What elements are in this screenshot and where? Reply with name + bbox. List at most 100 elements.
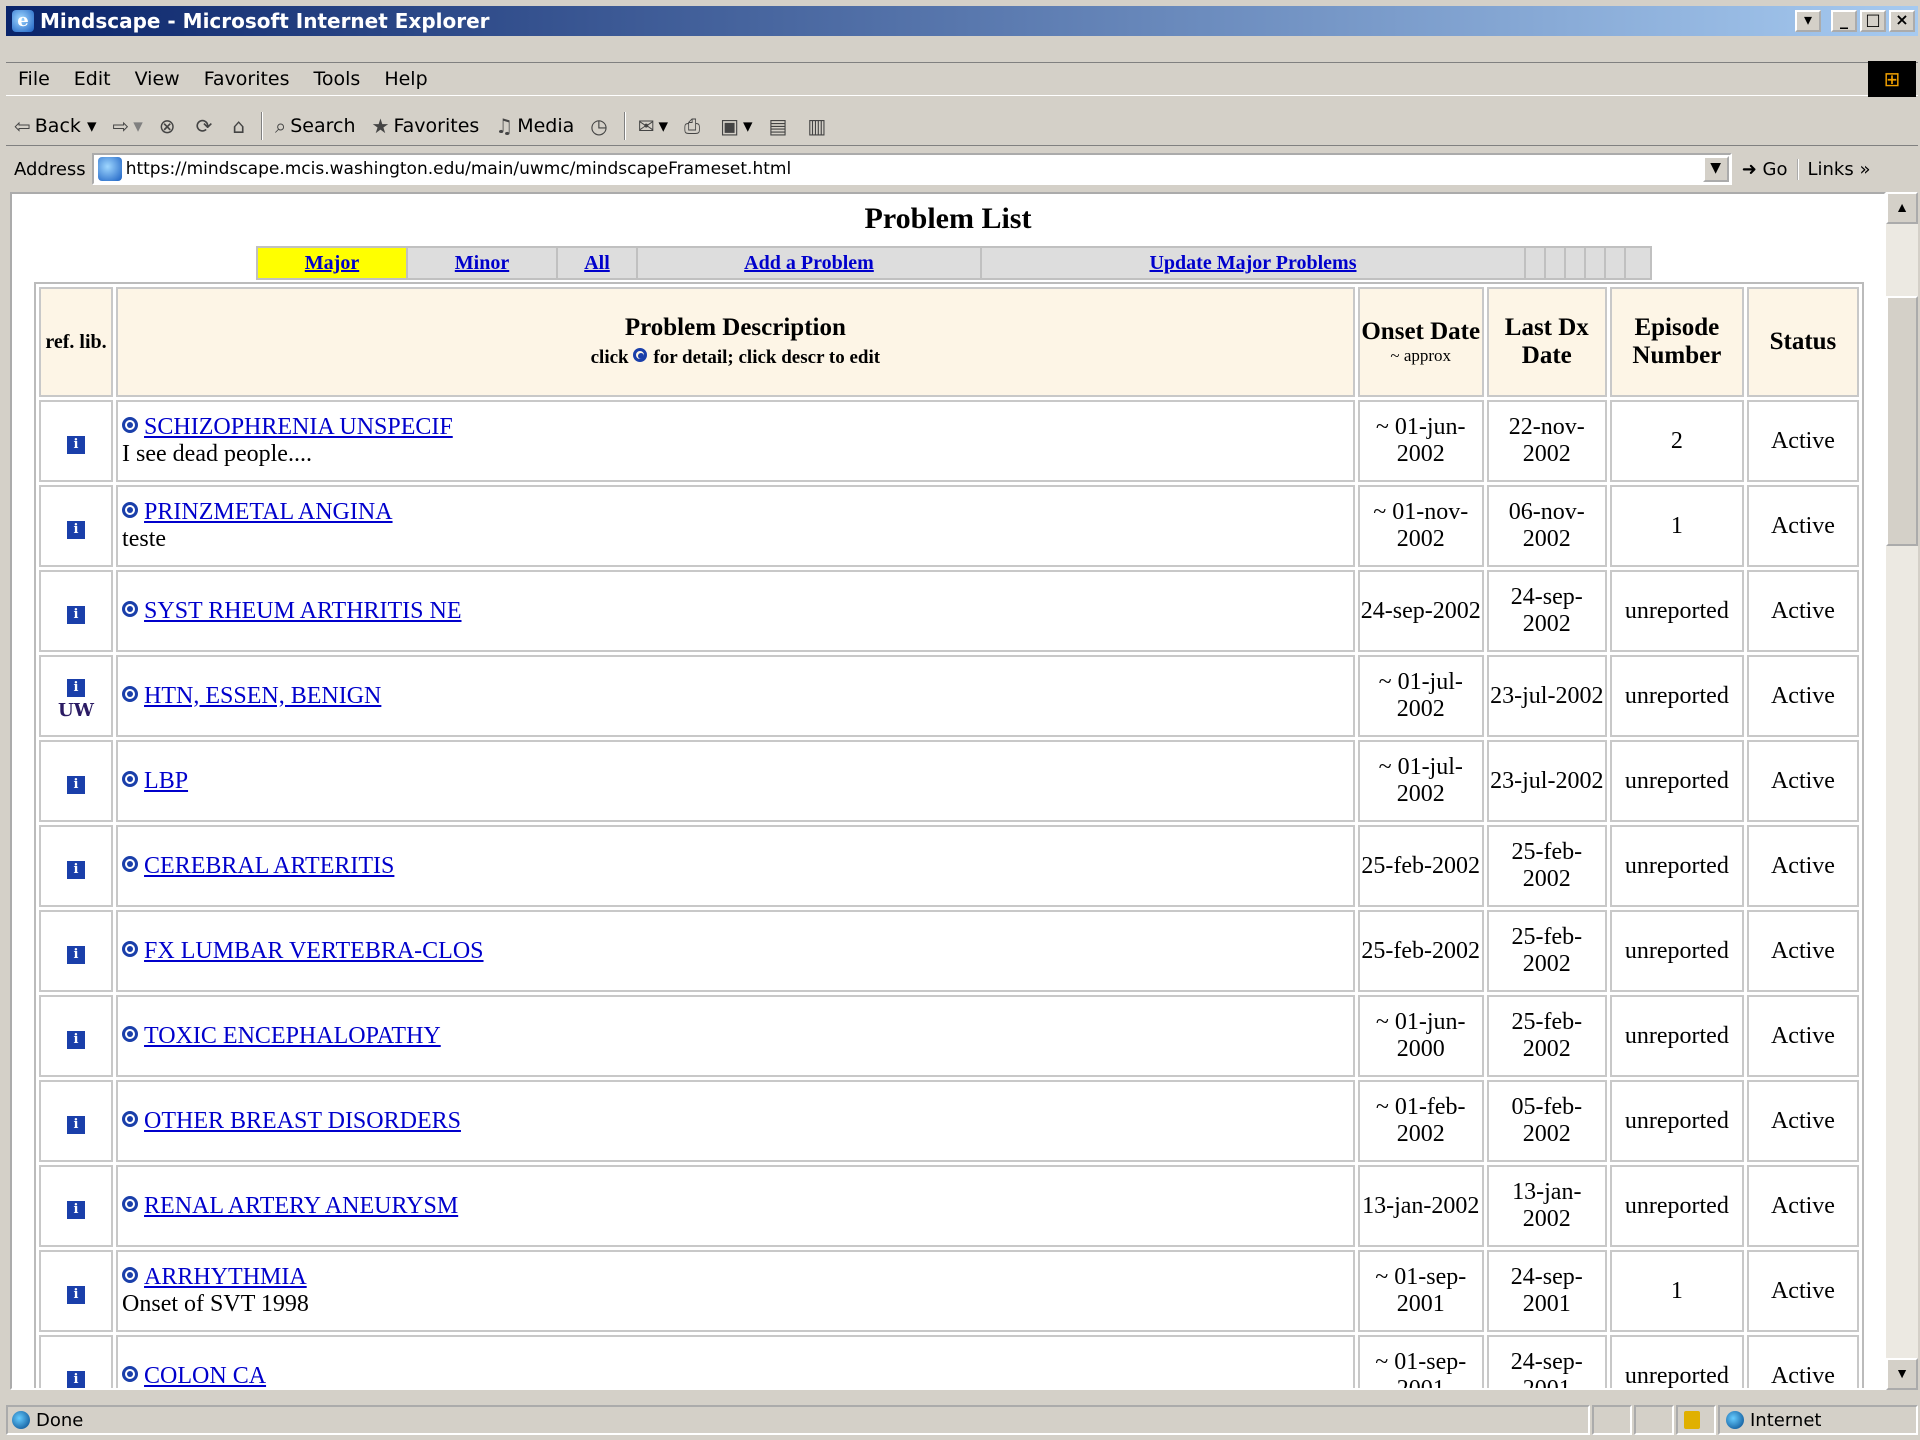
vertical-scrollbar[interactable]: ▲ ▼ [1886, 192, 1918, 1390]
info-icon[interactable]: i [67, 945, 86, 964]
menu-edit[interactable]: Edit [62, 68, 123, 90]
go-button[interactable]: ➜ Go [1732, 159, 1798, 180]
info-icon[interactable]: i [67, 1200, 86, 1219]
problem-link[interactable]: SCHIZOPHRENIA UNSPECIF [144, 414, 453, 440]
back-arrow-icon: ⇦ [14, 113, 31, 138]
menu-file[interactable]: File [6, 68, 62, 90]
address-url[interactable]: https://mindscape.mcis.washington.edu/ma… [126, 159, 1703, 179]
forward-arrow-icon: ⇨ [112, 113, 130, 138]
table-row: i SYST RHEUM ARTHRITIS NE 24-sep-2002 24-se… [39, 570, 1859, 652]
discuss-button[interactable]: ▤ [761, 114, 800, 138]
problem-note: teste [122, 526, 167, 552]
episode-number-cell: unreported [1609, 1080, 1744, 1162]
toolbar-separator [261, 111, 264, 140]
window-menu-button[interactable]: ▾ [1795, 10, 1821, 32]
info-icon[interactable]: i [67, 435, 86, 454]
info-icon[interactable]: i [67, 860, 86, 879]
address-label: Address [14, 158, 86, 180]
home-button[interactable]: ⌂ [224, 114, 257, 138]
problem-link[interactable]: LBP [144, 768, 188, 794]
status-text: Done [6, 1405, 1590, 1435]
problem-table: ref. lib. Problem Description click for … [34, 282, 1864, 1389]
messenger-button[interactable]: ▥ [799, 114, 838, 138]
detail-icon[interactable] [122, 1267, 139, 1283]
tab-major[interactable]: Major [258, 248, 408, 278]
menu-help[interactable]: Help [372, 68, 439, 90]
minimize-button[interactable]: _ [1831, 10, 1857, 32]
edit-button[interactable]: ▣ ▾ [712, 114, 760, 138]
detail-icon[interactable] [122, 600, 139, 617]
detail-icon[interactable] [122, 1110, 139, 1127]
mail-button[interactable]: ✉ ▾ [630, 114, 676, 138]
close-button[interactable]: × [1889, 10, 1915, 32]
detail-icon[interactable] [122, 417, 139, 433]
print-button[interactable]: ⎙ [676, 114, 712, 138]
info-icon[interactable]: i [67, 1115, 86, 1134]
history-button[interactable]: ◷ [582, 114, 619, 138]
windows-logo-icon: ⊞ [1868, 61, 1916, 97]
problem-link[interactable]: FX LUMBAR VERTEBRA-CLOS [144, 938, 484, 964]
update-major-problems-link[interactable]: Update Major Problems [982, 248, 1526, 278]
problem-link[interactable]: COLON CA [144, 1363, 266, 1389]
detail-icon[interactable] [122, 1365, 139, 1382]
detail-icon[interactable] [122, 855, 139, 872]
info-icon[interactable]: i [67, 775, 86, 794]
scroll-thumb[interactable] [1886, 296, 1918, 546]
menu-tools[interactable]: Tools [302, 68, 373, 90]
detail-icon[interactable] [122, 685, 139, 702]
tab-all[interactable]: All [558, 248, 638, 278]
media-button[interactable]: ♫ Media [487, 114, 582, 138]
info-icon[interactable]: i [67, 605, 86, 624]
last-dx-date-cell: 25-feb-2002 [1486, 825, 1607, 907]
tab-spacer [1546, 248, 1566, 278]
forward-button[interactable]: ⇨ ▾ [104, 114, 150, 138]
problem-link[interactable]: OTHER BREAST DISORDERS [144, 1108, 461, 1134]
onset-date-cell: ~ 01-nov-2002 [1357, 485, 1484, 567]
refresh-button[interactable]: ⟳ [188, 114, 225, 138]
scroll-up-button[interactable]: ▲ [1886, 192, 1918, 224]
problem-link[interactable]: TOXIC ENCEPHALOPATHY [144, 1023, 441, 1049]
detail-icon[interactable] [122, 940, 139, 957]
info-icon[interactable]: i [67, 1030, 86, 1049]
problem-link[interactable]: CEREBRAL ARTERITIS [144, 853, 394, 879]
problem-link[interactable]: PRINZMETAL ANGINA [144, 499, 393, 525]
links-button[interactable]: Links » [1797, 158, 1878, 180]
stop-button[interactable]: ⊗ [151, 114, 188, 138]
status-bar: Done Internet [6, 1402, 1918, 1438]
problem-link[interactable]: ARRHYTHMIA [144, 1264, 307, 1290]
search-button[interactable]: ⌕ Search [267, 114, 363, 138]
table-row: i COLON CA ~ 01-sep-2001 24-sep-2001 unrepor… [39, 1335, 1859, 1389]
menu-favorites[interactable]: Favorites [192, 68, 302, 90]
menu-view[interactable]: View [123, 68, 192, 90]
internet-zone-icon [1726, 1411, 1744, 1429]
problem-link[interactable]: HTN, ESSEN, BENIGN [144, 683, 381, 709]
detail-icon[interactable] [122, 502, 139, 518]
info-icon[interactable]: i [67, 520, 86, 539]
tab-minor[interactable]: Minor [408, 248, 558, 278]
status-cell [1592, 1405, 1632, 1435]
last-dx-date-cell: 23-jul-2002 [1486, 740, 1607, 822]
detail-icon[interactable] [122, 1025, 139, 1042]
status-cell: Active [1746, 485, 1859, 567]
uw-logo[interactable]: UW [41, 700, 111, 721]
ref-lib-cell: i [39, 740, 114, 822]
back-button[interactable]: ⇦ Back ▾ [6, 114, 104, 138]
info-icon[interactable]: i [67, 679, 86, 697]
add-problem-link[interactable]: Add a Problem [638, 248, 982, 278]
favorites-button[interactable]: ★ Favorites [364, 114, 488, 138]
ref-lib-cell: i [39, 1080, 114, 1162]
address-dropdown-button[interactable]: ▼ [1702, 156, 1729, 182]
problem-description-cell: SYST RHEUM ARTHRITIS NE [116, 570, 1355, 652]
info-icon[interactable]: i [67, 1370, 86, 1388]
address-field[interactable]: https://mindscape.mcis.washington.edu/ma… [91, 153, 1732, 185]
favorites-icon: ★ [371, 113, 390, 138]
problem-link[interactable]: RENAL ARTERY ANEURYSM [144, 1193, 458, 1219]
maximize-button[interactable]: □ [1860, 10, 1886, 32]
info-icon[interactable]: i [67, 1285, 86, 1304]
last-dx-date-cell: 25-feb-2002 [1486, 910, 1607, 992]
col-problem-description: Problem Description click for detail; cl… [116, 287, 1355, 397]
detail-icon[interactable] [122, 770, 139, 787]
problem-link[interactable]: SYST RHEUM ARTHRITIS NE [144, 598, 461, 624]
scroll-down-button[interactable]: ▼ [1886, 1358, 1918, 1390]
detail-icon[interactable] [122, 1195, 139, 1212]
